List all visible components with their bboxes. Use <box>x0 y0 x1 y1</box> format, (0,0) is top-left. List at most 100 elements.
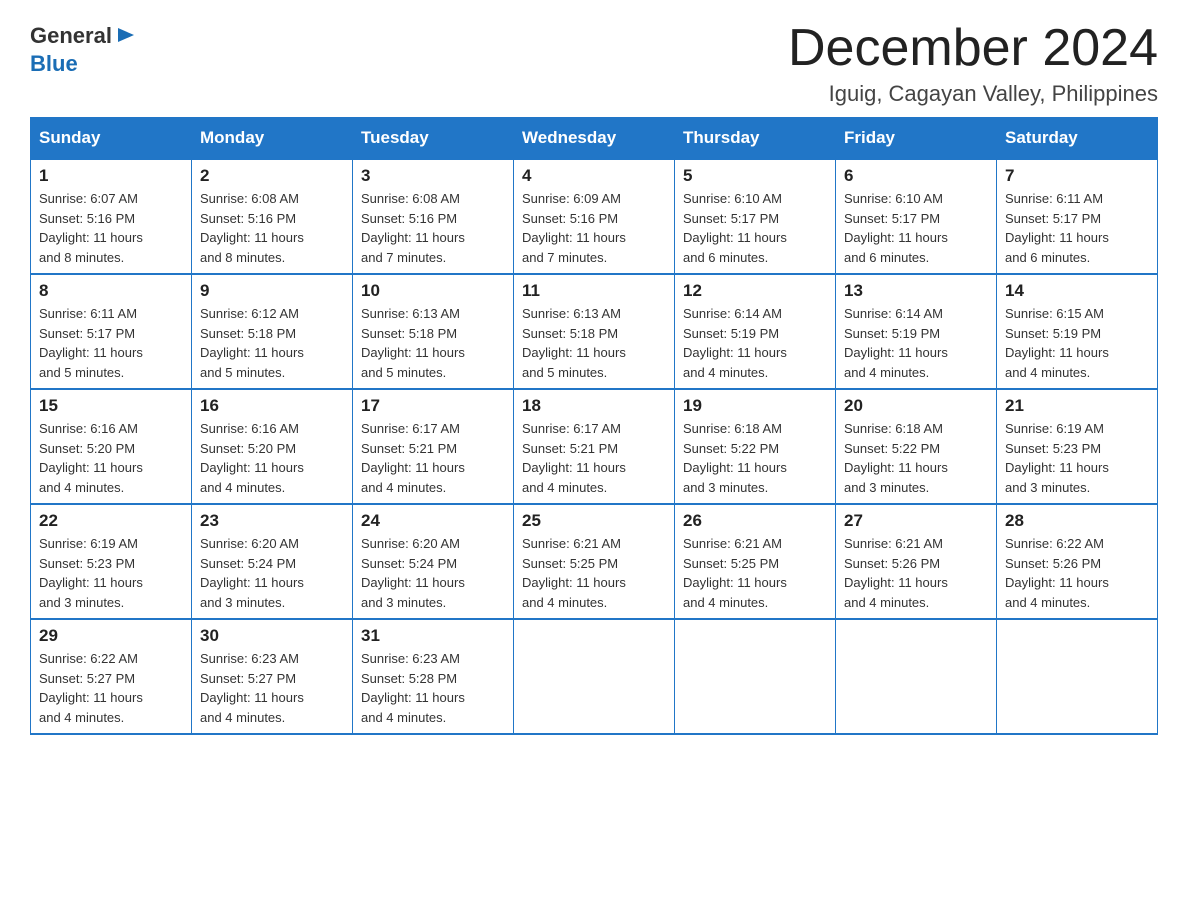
calendar-week-row: 1Sunrise: 6:07 AMSunset: 5:16 PMDaylight… <box>31 159 1158 274</box>
col-monday: Monday <box>192 118 353 160</box>
day-number: 8 <box>39 281 183 301</box>
table-row: 3 Sunrise: 6:08 AMSunset: 5:16 PMDaylight… <box>353 159 514 274</box>
day-number: 15 <box>39 396 183 416</box>
month-title: December 2024 <box>788 20 1158 77</box>
day-info: Sunrise: 6:19 AMSunset: 5:23 PMDaylight:… <box>1005 419 1149 497</box>
table-row <box>675 619 836 734</box>
day-info: Sunrise: 6:12 AMSunset: 5:18 PMDaylight:… <box>200 304 344 382</box>
col-sunday: Sunday <box>31 118 192 160</box>
day-info: Sunrise: 6:08 AMSunset: 5:16 PMDaylight:… <box>361 189 505 267</box>
day-info: Sunrise: 6:11 AMSunset: 5:17 PMDaylight:… <box>1005 189 1149 267</box>
day-number: 29 <box>39 626 183 646</box>
table-row: 28Sunrise: 6:22 AMSunset: 5:26 PMDayligh… <box>997 504 1158 619</box>
day-number: 24 <box>361 511 505 531</box>
day-info: Sunrise: 6:21 AMSunset: 5:25 PMDaylight:… <box>683 534 827 612</box>
table-row: 12 Sunrise: 6:14 AMSunset: 5:19 PMDayligh… <box>675 274 836 389</box>
logo-general: General <box>30 23 112 49</box>
day-number: 1 <box>39 166 183 186</box>
table-row: 24 Sunrise: 6:20 AMSunset: 5:24 PMDayligh… <box>353 504 514 619</box>
table-row: 16 Sunrise: 6:16 AMSunset: 5:20 PMDayligh… <box>192 389 353 504</box>
col-wednesday: Wednesday <box>514 118 675 160</box>
day-info: Sunrise: 6:21 AMSunset: 5:25 PMDaylight:… <box>522 534 666 612</box>
day-number: 19 <box>683 396 827 416</box>
day-number: 18 <box>522 396 666 416</box>
day-number: 6 <box>844 166 988 186</box>
table-row: 2 Sunrise: 6:08 AMSunset: 5:16 PMDaylight… <box>192 159 353 274</box>
day-info: Sunrise: 6:18 AMSunset: 5:22 PMDaylight:… <box>844 419 988 497</box>
table-row: 30 Sunrise: 6:23 AMSunset: 5:27 PMDayligh… <box>192 619 353 734</box>
day-number: 4 <box>522 166 666 186</box>
day-number: 26 <box>683 511 827 531</box>
table-row: 26 Sunrise: 6:21 AMSunset: 5:25 PMDayligh… <box>675 504 836 619</box>
day-number: 27 <box>844 511 988 531</box>
day-number: 13 <box>844 281 988 301</box>
table-row: 22 Sunrise: 6:19 AMSunset: 5:23 PMDayligh… <box>31 504 192 619</box>
day-info: Sunrise: 6:17 AMSunset: 5:21 PMDaylight:… <box>522 419 666 497</box>
day-number: 25 <box>522 511 666 531</box>
day-info: Sunrise: 6:22 AMSunset: 5:26 PMDaylight:… <box>1005 534 1149 612</box>
table-row: 23Sunrise: 6:20 AMSunset: 5:24 PMDayligh… <box>192 504 353 619</box>
day-info: Sunrise: 6:08 AMSunset: 5:16 PMDaylight:… <box>200 189 344 267</box>
table-row: 18 Sunrise: 6:17 AMSunset: 5:21 PMDayligh… <box>514 389 675 504</box>
day-info: Sunrise: 6:10 AMSunset: 5:17 PMDaylight:… <box>683 189 827 267</box>
day-info: Sunrise: 6:17 AMSunset: 5:21 PMDaylight:… <box>361 419 505 497</box>
table-row: 7 Sunrise: 6:11 AMSunset: 5:17 PMDaylight… <box>997 159 1158 274</box>
calendar-week-row: 8Sunrise: 6:11 AMSunset: 5:17 PMDaylight… <box>31 274 1158 389</box>
table-row: 15 Sunrise: 6:16 AMSunset: 5:20 PMDayligh… <box>31 389 192 504</box>
day-number: 21 <box>1005 396 1149 416</box>
calendar-table: Sunday Monday Tuesday Wednesday Thursday… <box>30 117 1158 735</box>
day-info: Sunrise: 6:09 AMSunset: 5:16 PMDaylight:… <box>522 189 666 267</box>
day-number: 2 <box>200 166 344 186</box>
day-info: Sunrise: 6:19 AMSunset: 5:23 PMDaylight:… <box>39 534 183 612</box>
calendar-week-row: 29 Sunrise: 6:22 AMSunset: 5:27 PMDayligh… <box>31 619 1158 734</box>
table-row: 25 Sunrise: 6:21 AMSunset: 5:25 PMDayligh… <box>514 504 675 619</box>
day-info: Sunrise: 6:18 AMSunset: 5:22 PMDaylight:… <box>683 419 827 497</box>
day-info: Sunrise: 6:20 AMSunset: 5:24 PMDaylight:… <box>200 534 344 612</box>
day-number: 3 <box>361 166 505 186</box>
day-number: 31 <box>361 626 505 646</box>
day-number: 14 <box>1005 281 1149 301</box>
calendar-header-row: Sunday Monday Tuesday Wednesday Thursday… <box>31 118 1158 160</box>
table-row: 20Sunrise: 6:18 AMSunset: 5:22 PMDayligh… <box>836 389 997 504</box>
col-friday: Friday <box>836 118 997 160</box>
table-row: 10Sunrise: 6:13 AMSunset: 5:18 PMDayligh… <box>353 274 514 389</box>
col-thursday: Thursday <box>675 118 836 160</box>
day-number: 22 <box>39 511 183 531</box>
table-row: 17 Sunrise: 6:17 AMSunset: 5:21 PMDayligh… <box>353 389 514 504</box>
table-row: 13Sunrise: 6:14 AMSunset: 5:19 PMDayligh… <box>836 274 997 389</box>
calendar-week-row: 22 Sunrise: 6:19 AMSunset: 5:23 PMDayligh… <box>31 504 1158 619</box>
day-number: 17 <box>361 396 505 416</box>
table-row: 1Sunrise: 6:07 AMSunset: 5:16 PMDaylight… <box>31 159 192 274</box>
day-info: Sunrise: 6:20 AMSunset: 5:24 PMDaylight:… <box>361 534 505 612</box>
day-number: 16 <box>200 396 344 416</box>
table-row: 31Sunrise: 6:23 AMSunset: 5:28 PMDayligh… <box>353 619 514 734</box>
day-info: Sunrise: 6:21 AMSunset: 5:26 PMDaylight:… <box>844 534 988 612</box>
table-row: 14 Sunrise: 6:15 AMSunset: 5:19 PMDayligh… <box>997 274 1158 389</box>
col-saturday: Saturday <box>997 118 1158 160</box>
table-row: 11Sunrise: 6:13 AMSunset: 5:18 PMDayligh… <box>514 274 675 389</box>
location-title: Iguig, Cagayan Valley, Philippines <box>788 81 1158 107</box>
table-row <box>997 619 1158 734</box>
title-section: December 2024 Iguig, Cagayan Valley, Phi… <box>788 20 1158 107</box>
table-row: 29 Sunrise: 6:22 AMSunset: 5:27 PMDayligh… <box>31 619 192 734</box>
day-number: 30 <box>200 626 344 646</box>
col-tuesday: Tuesday <box>353 118 514 160</box>
table-row: 21 Sunrise: 6:19 AMSunset: 5:23 PMDayligh… <box>997 389 1158 504</box>
day-number: 10 <box>361 281 505 301</box>
logo-blue: Blue <box>30 51 78 77</box>
day-info: Sunrise: 6:15 AMSunset: 5:19 PMDaylight:… <box>1005 304 1149 382</box>
day-number: 7 <box>1005 166 1149 186</box>
day-number: 12 <box>683 281 827 301</box>
table-row: 6 Sunrise: 6:10 AMSunset: 5:17 PMDaylight… <box>836 159 997 274</box>
logo-icon <box>116 24 138 46</box>
day-info: Sunrise: 6:10 AMSunset: 5:17 PMDaylight:… <box>844 189 988 267</box>
table-row: 9Sunrise: 6:12 AMSunset: 5:18 PMDaylight… <box>192 274 353 389</box>
table-row: 27 Sunrise: 6:21 AMSunset: 5:26 PMDayligh… <box>836 504 997 619</box>
day-info: Sunrise: 6:22 AMSunset: 5:27 PMDaylight:… <box>39 649 183 727</box>
day-info: Sunrise: 6:23 AMSunset: 5:27 PMDaylight:… <box>200 649 344 727</box>
table-row: 19 Sunrise: 6:18 AMSunset: 5:22 PMDayligh… <box>675 389 836 504</box>
day-info: Sunrise: 6:16 AMSunset: 5:20 PMDaylight:… <box>200 419 344 497</box>
day-info: Sunrise: 6:14 AMSunset: 5:19 PMDaylight:… <box>683 304 827 382</box>
day-info: Sunrise: 6:16 AMSunset: 5:20 PMDaylight:… <box>39 419 183 497</box>
table-row: 4 Sunrise: 6:09 AMSunset: 5:16 PMDaylight… <box>514 159 675 274</box>
